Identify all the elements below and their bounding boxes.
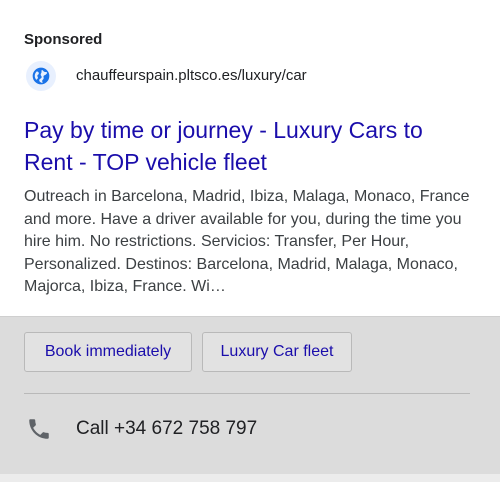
ad-card: Sponsored chauffeurspain.pltsco.es/luxur…: [0, 0, 500, 482]
ad-description: Outreach in Barcelona, Madrid, Ibiza, Ma…: [24, 188, 470, 295]
ad-headline-link[interactable]: Pay by time or journey - Luxury Cars to …: [24, 114, 464, 178]
call-label: Call +34 672 758 797: [76, 418, 258, 439]
phone-icon: [29, 419, 49, 439]
call-button[interactable]: Call +34 672 758 797: [24, 412, 470, 446]
divider: [24, 393, 470, 394]
globe-icon[interactable]: [26, 61, 56, 91]
display-url[interactable]: chauffeurspain.pltsco.es/luxury/car: [76, 67, 307, 84]
card-bottom-edge: [0, 474, 500, 482]
ad-body: Sponsored chauffeurspain.pltsco.es/luxur…: [0, 0, 500, 317]
sitelink-book-immediately[interactable]: Book immediately: [24, 332, 192, 372]
sponsored-label: Sponsored: [24, 31, 103, 48]
sitelink-luxury-car-fleet[interactable]: Luxury Car fleet: [202, 332, 352, 372]
